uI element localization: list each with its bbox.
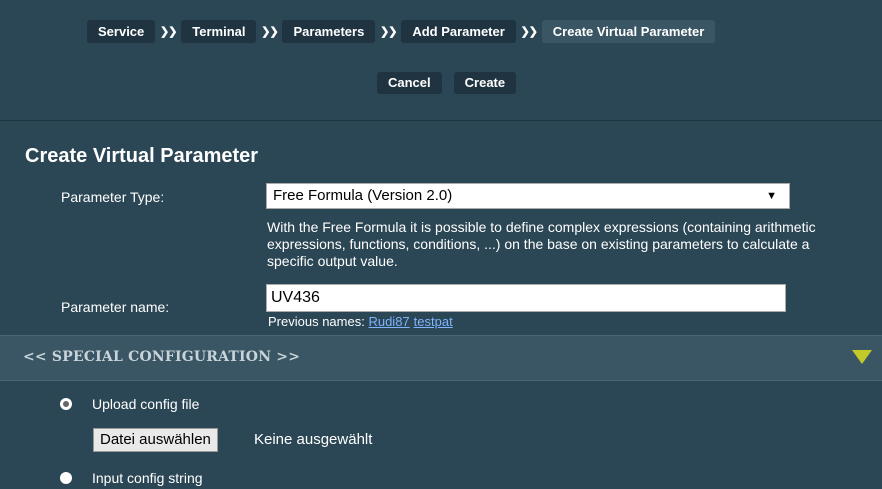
breadcrumb-service[interactable]: Service: [87, 20, 156, 43]
breadcrumb-separator-icon: ❯❯: [520, 26, 538, 38]
input-config-radio[interactable]: [60, 472, 72, 484]
breadcrumb-separator-icon: ❯❯: [160, 26, 177, 38]
page-title: Create Virtual Parameter: [25, 145, 259, 167]
input-config-label: Input config string: [92, 470, 203, 486]
upload-config-label: Upload config file: [92, 396, 200, 412]
breadcrumb-terminal[interactable]: Terminal: [181, 20, 257, 43]
top-toolbar: Service ❯❯ Terminal ❯❯ Parameters ❯❯ Add…: [0, 0, 882, 120]
file-status: Keine ausgewählt: [254, 431, 373, 448]
special-configuration-title: << SPECIAL CONFIGURATION >>: [23, 349, 301, 365]
breadcrumb-separator-icon: ❯❯: [380, 26, 397, 38]
previous-names-label: Previous names:: [268, 314, 365, 329]
previous-name-link[interactable]: Rudi87: [368, 314, 409, 329]
previous-name-link[interactable]: testpat: [414, 314, 453, 329]
parameter-type-description: With the Free Formula it is possible to …: [267, 219, 816, 269]
parameter-name-label: Parameter name:: [61, 299, 170, 315]
choose-file-button[interactable]: Datei auswählen: [93, 428, 218, 452]
input-config-option[interactable]: Input config string: [60, 470, 203, 486]
breadcrumb-separator-icon: ❯❯: [261, 26, 278, 38]
breadcrumb-add-parameter[interactable]: Add Parameter: [401, 20, 516, 43]
parameter-type-select[interactable]: Free Formula (Version 2.0) ▼: [266, 183, 790, 209]
parameter-name-input[interactable]: UV436: [266, 284, 786, 312]
parameter-type-value: Free Formula (Version 2.0): [273, 187, 453, 204]
breadcrumb-parameters[interactable]: Parameters: [282, 20, 376, 43]
breadcrumb: Service ❯❯ Terminal ❯❯ Parameters ❯❯ Add…: [87, 20, 716, 43]
upload-config-option[interactable]: Upload config file: [60, 396, 199, 412]
previous-names: Previous names: Rudi87 testpat: [268, 314, 457, 329]
action-bar: Cancel Create: [377, 72, 528, 94]
cancel-button[interactable]: Cancel: [377, 72, 442, 94]
upload-config-radio[interactable]: [60, 398, 72, 410]
create-button[interactable]: Create: [453, 72, 517, 94]
header-divider: [0, 120, 882, 121]
parameter-type-label: Parameter Type:: [61, 189, 165, 205]
triangle-down-icon[interactable]: [852, 350, 872, 364]
dropdown-arrow-icon: ▼: [766, 190, 777, 202]
special-configuration-header[interactable]: << SPECIAL CONFIGURATION >>: [0, 335, 882, 381]
breadcrumb-create-virtual-parameter[interactable]: Create Virtual Parameter: [541, 20, 716, 43]
